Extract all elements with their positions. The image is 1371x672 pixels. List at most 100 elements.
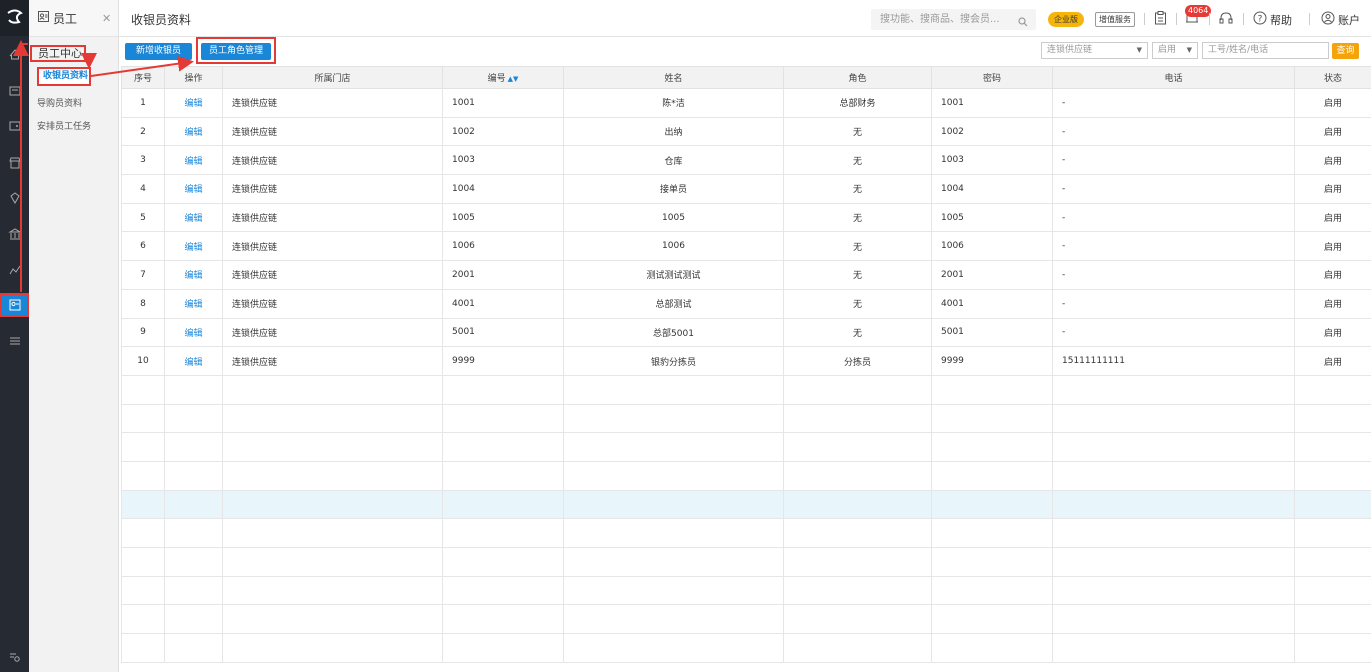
store-filter-select[interactable]: 连锁供应链 ▼ xyxy=(1041,42,1148,59)
empty-cell xyxy=(931,374,1053,405)
cell-role: 无 xyxy=(783,260,932,290)
help-icon[interactable]: ? xyxy=(1253,11,1267,28)
search-icon[interactable] xyxy=(1018,14,1028,35)
cashier-table: 序号 操作 所属门店 编号 ▲▼ 姓名 角色 密码 电话 状态 1 编辑 连锁供应链 1… xyxy=(121,66,1371,663)
table-row[interactable]: 3 编辑 连锁供应链 1003 仓库无 1003- 启用 xyxy=(121,145,1371,176)
empty-cell xyxy=(931,547,1053,577)
empty-cell xyxy=(222,633,443,663)
empty-cell xyxy=(563,374,784,405)
empty-cell xyxy=(563,518,784,548)
cart-icon[interactable] xyxy=(0,79,29,103)
clipboard-icon[interactable] xyxy=(1154,11,1167,28)
empty-cell xyxy=(121,403,165,434)
empty-row xyxy=(121,604,1371,635)
sidebar-item-guide[interactable]: 导购员资料 xyxy=(37,96,82,109)
store-icon[interactable] xyxy=(0,151,29,175)
empty-cell xyxy=(222,403,443,434)
table-row[interactable]: 2 编辑 连锁供应链 1002 出纳无 1002- 启用 xyxy=(121,116,1371,147)
close-icon[interactable]: ✕ xyxy=(102,12,111,25)
store-filter-value: 连锁供应链 xyxy=(1047,45,1093,55)
empty-cell xyxy=(1294,460,1371,491)
cell-pwd: 1003 xyxy=(931,145,1053,176)
home-icon[interactable] xyxy=(0,42,29,66)
edit-link[interactable]: 编辑 xyxy=(164,145,223,176)
table-row[interactable]: 4 编辑 连锁供应链 1004 接单员无 1004- 启用 xyxy=(121,174,1371,204)
edit-link[interactable]: 编辑 xyxy=(164,317,223,348)
cell-pwd: 5001 xyxy=(931,317,1053,348)
table-row[interactable]: 5 编辑 连锁供应链 1005 1005 无 1005- 启用 xyxy=(121,202,1371,233)
wallet-icon[interactable] xyxy=(0,114,29,138)
headset-icon[interactable] xyxy=(1219,11,1233,28)
edit-link[interactable]: 编辑 xyxy=(164,288,223,319)
cell-phone: - xyxy=(1052,88,1295,118)
empty-cell xyxy=(563,460,784,491)
empty-cell xyxy=(164,403,223,434)
top-bar: 收银员资料 搜功能、搜商品、搜会员... 企业版 增值服务 4064 ? 帮助 … xyxy=(119,0,1371,37)
value-added-button[interactable]: 增值服务 xyxy=(1095,12,1135,27)
keyword-input[interactable]: 工号/姓名/电话 xyxy=(1202,42,1329,59)
cell-phone: - xyxy=(1052,231,1295,262)
empty-cell xyxy=(222,489,443,520)
col-header-password: 密码 xyxy=(931,66,1053,89)
global-search-input[interactable]: 搜功能、搜商品、搜会员... xyxy=(871,9,1036,30)
sort-icon[interactable]: ▲▼ xyxy=(508,75,519,83)
cell-no: 2 xyxy=(121,116,165,147)
edit-link[interactable]: 编辑 xyxy=(164,88,223,118)
sidebar-item-tasks[interactable]: 安排员工任务 xyxy=(37,119,91,132)
empty-cell xyxy=(1294,403,1371,434)
edit-link[interactable]: 编辑 xyxy=(164,346,223,376)
search-menu-icon[interactable] xyxy=(0,645,29,669)
empty-cell xyxy=(1294,518,1371,548)
empty-cell xyxy=(121,518,165,548)
app-logo[interactable] xyxy=(0,0,29,36)
sidebar-item-cashier[interactable]: 收银员资料 xyxy=(37,67,91,86)
table-row[interactable]: 8 编辑 连锁供应链 4001 总部测试无 4001- 启用 xyxy=(121,288,1371,319)
cell-phone: - xyxy=(1052,202,1295,233)
query-button[interactable]: 查询 xyxy=(1332,43,1359,59)
empty-cell xyxy=(121,604,165,635)
table-row[interactable]: 10 编辑 连锁供应链 9999 银豹分拣员 分拣员 9999 15111111111 启用 xyxy=(121,346,1371,376)
empty-cell xyxy=(121,575,165,606)
empty-cell xyxy=(442,633,564,663)
table-row[interactable]: 6 编辑 连锁供应链 1006 1006 无 1006- 启用 xyxy=(121,231,1371,262)
staff-icon[interactable] xyxy=(0,293,29,317)
empty-cell xyxy=(1294,547,1371,577)
account-link[interactable]: 账户 xyxy=(1338,12,1360,28)
role-manage-button[interactable]: 员工角色管理 xyxy=(201,43,271,60)
gem-icon[interactable] xyxy=(0,186,29,210)
edit-link[interactable]: 编辑 xyxy=(164,231,223,262)
empty-cell xyxy=(1052,633,1295,663)
cell-no: 6 xyxy=(121,231,165,262)
empty-cell xyxy=(1052,489,1295,520)
divider xyxy=(1309,13,1310,25)
bank-icon[interactable] xyxy=(0,222,29,246)
cell-pwd: 1004 xyxy=(931,174,1053,204)
help-link[interactable]: 帮助 xyxy=(1270,12,1292,28)
chart-icon[interactable] xyxy=(0,258,29,282)
cell-phone: - xyxy=(1052,288,1295,319)
edit-link[interactable]: 编辑 xyxy=(164,174,223,204)
cell-store: 连锁供应链 xyxy=(222,116,443,147)
cell-no: 1 xyxy=(121,88,165,118)
edit-link[interactable]: 编辑 xyxy=(164,260,223,290)
status-filter-select[interactable]: 启用 ▼ xyxy=(1152,42,1198,59)
col-header-name: 姓名 xyxy=(563,66,784,89)
cell-role: 无 xyxy=(783,116,932,147)
sidebar-group-staff-center[interactable]: 员工中心 xyxy=(30,45,86,62)
table-row[interactable]: 9 编辑 连锁供应链 5001 总部5001 无 5001- 启用 xyxy=(121,317,1371,348)
empty-cell xyxy=(164,374,223,405)
edit-link[interactable]: 编辑 xyxy=(164,116,223,147)
cell-no: 5 xyxy=(121,202,165,233)
cell-pwd: 4001 xyxy=(931,288,1053,319)
settings-icon[interactable] xyxy=(0,329,29,353)
cell-status: 启用 xyxy=(1294,346,1371,376)
empty-cell xyxy=(783,489,932,520)
empty-cell xyxy=(222,460,443,491)
edit-link[interactable]: 编辑 xyxy=(164,202,223,233)
account-icon[interactable] xyxy=(1321,11,1335,28)
col-header-code[interactable]: 编号 ▲▼ xyxy=(442,66,564,89)
table-row[interactable]: 1 编辑 连锁供应链 1001 陈*洁 总部财务 1001- 启用 xyxy=(121,88,1371,118)
table-row[interactable]: 7 编辑 连锁供应链 2001 测试测试测试无 2001- 启用 xyxy=(121,260,1371,290)
add-cashier-button[interactable]: 新增收银员 xyxy=(125,43,192,60)
col-header-op: 操作 xyxy=(164,66,223,89)
